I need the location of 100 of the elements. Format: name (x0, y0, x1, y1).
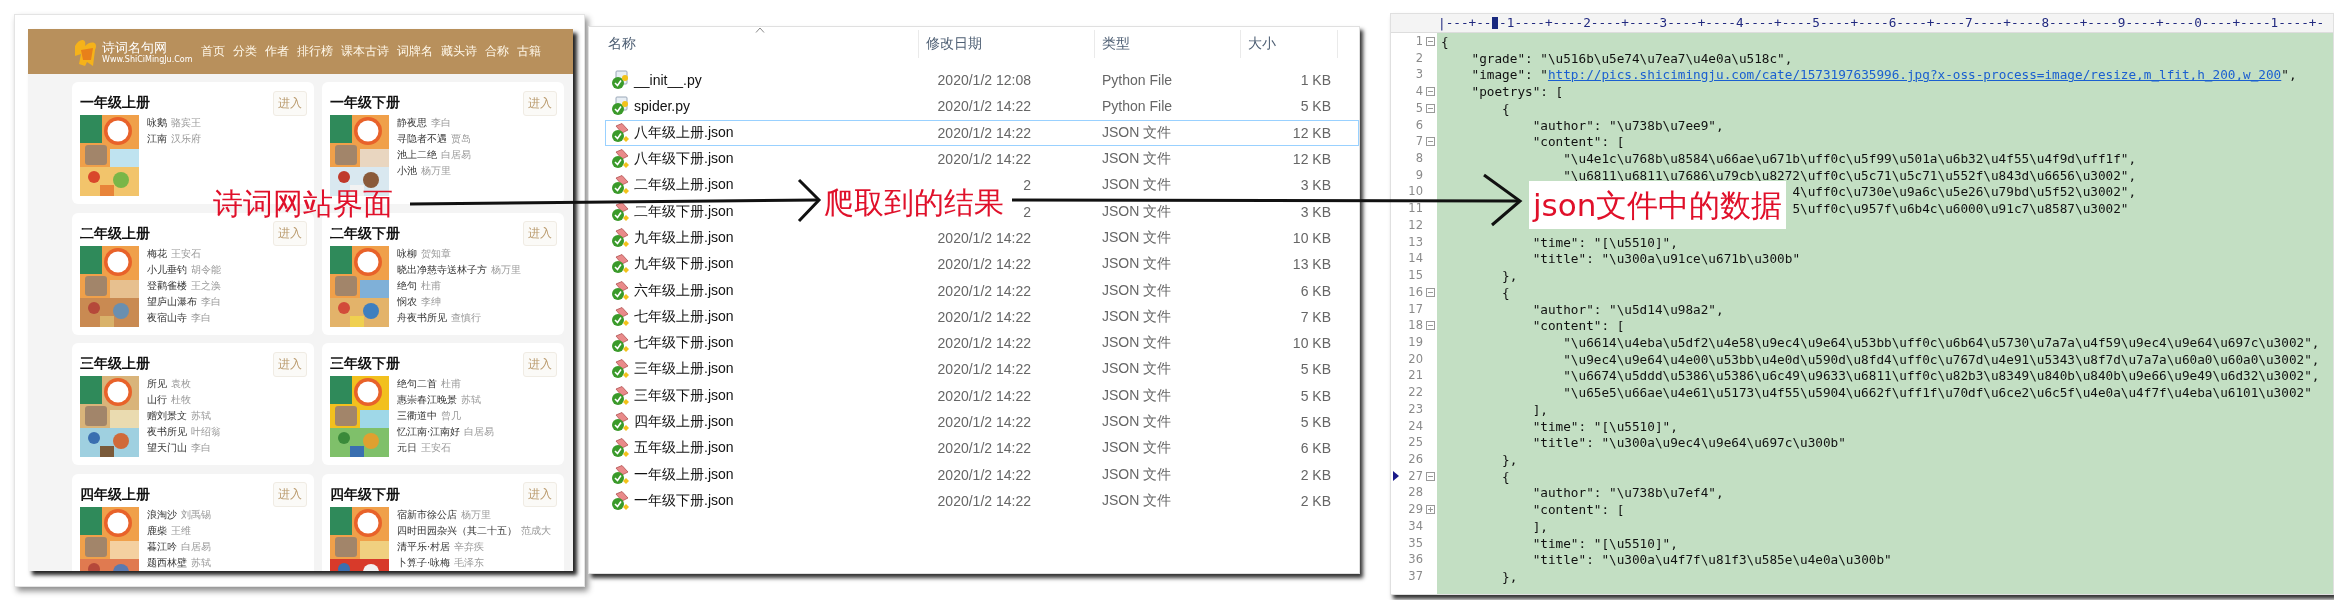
poem-title[interactable]: 鹿柴 (147, 523, 167, 538)
poem-title[interactable]: 舟夜书所见 (397, 310, 447, 325)
fold-expand-icon[interactable] (1426, 505, 1435, 514)
line-number: 9 (1414, 166, 1423, 184)
poem-title[interactable]: 望庐山瀑布 (147, 294, 197, 309)
fold-collapse-icon[interactable] (1426, 137, 1435, 147)
code-line: "\u9ec4\u9e64\u4e00\u53bb\u4e0d\u590d\u8fd4\uff0c\u767d\u4e91\u5343\u8f7d\u7a7a\u60a0\u60a0\u3002", (1563, 351, 2320, 367)
poem-title[interactable]: 寻隐者不遇 (397, 132, 447, 146)
line-number: 20 (1407, 350, 1423, 368)
file-name[interactable]: 九年级上册.json (634, 228, 734, 247)
code-line: "grade": "\u516b\u5e74\u7ea7\u4e0a\u518c", (1471, 50, 1793, 66)
line-number: 35 (1407, 534, 1423, 552)
poem-title[interactable]: 晓出净慈寺送林子方 (397, 262, 487, 277)
file-type: JSON 文件 (1102, 202, 1172, 219)
code-line: "title": "\u300a\u91ce\u671b\u300b" (1532, 251, 1801, 267)
file-size: 6 KB (1300, 282, 1331, 299)
file-date: 2020/1/2 14:22 (936, 229, 1031, 246)
column-header[interactable]: 类型 (1095, 30, 1241, 58)
poem-title[interactable]: 所见 (147, 377, 167, 391)
json-file-icon (610, 175, 630, 196)
file-name[interactable]: __init__.py (634, 72, 702, 89)
poem-title[interactable]: 绝句二首 (397, 377, 437, 391)
line-number: 8 (1414, 150, 1423, 167)
poem-title[interactable]: 绝句 (397, 278, 417, 293)
line-number: 13 (1407, 233, 1423, 251)
file-name[interactable]: 八年级下册.json (634, 150, 734, 169)
line-number: 10 (1407, 183, 1423, 201)
file-size: 2 KB (1300, 492, 1331, 509)
file-name[interactable]: 五年级上册.json (634, 439, 734, 458)
poem-title[interactable]: 咏柳 (397, 246, 417, 261)
poem-title[interactable]: 夜宿山寺 (147, 310, 187, 325)
selected-file-row[interactable]: 八年级上册.json 2020/1/2 14:22 JSON 文件 12 KB (605, 119, 1359, 146)
column-header[interactable]: 修改日期 (919, 30, 1095, 58)
code-link[interactable]: http://pics.shicimingju.com/cate/1573197635996.jpg?x-oss-process=image/resize,m_lfit,h_200,w_200 (1547, 67, 2282, 83)
column-header[interactable]: 名称 (605, 30, 919, 58)
fold-collapse-icon[interactable] (1426, 36, 1435, 46)
file-name[interactable]: 三年级下册.json (634, 386, 734, 405)
poem-title[interactable]: 暮江吟 (147, 539, 177, 554)
poem-title[interactable]: 夜书所见 (147, 425, 187, 439)
file-name[interactable]: 一年级上册.json (634, 465, 734, 484)
file-name[interactable]: 三年级上册.json (634, 360, 734, 379)
poem-title[interactable]: 小池 (397, 164, 417, 178)
file-name[interactable]: 二年级下册.json (634, 202, 734, 221)
code-line: "\u6674\u5ddd\u5386\u5386\u6c49\u9633\u6811\uff0c\u82b3\u8349\u840b\u840b\u9e66\u9e49\u6d32\u3002", (1563, 368, 2320, 384)
fold-collapse-icon[interactable] (1426, 471, 1435, 481)
poem-title[interactable]: 赠刘景文 (147, 409, 187, 423)
code-line: "author": "\u5d14\u98a2", (1532, 301, 1724, 317)
json-file-icon (610, 280, 630, 301)
file-name[interactable]: 一年级下册.json (634, 491, 734, 510)
poem-title[interactable]: 咏鹅 (147, 116, 167, 130)
poem-title[interactable]: 登鹳雀楼 (147, 278, 187, 293)
poem-title[interactable]: 望天门山 (147, 441, 187, 455)
json-file-icon (610, 438, 630, 459)
poem-title[interactable]: 悯农 (397, 294, 417, 309)
code-line: ], (1532, 518, 1548, 534)
poem-title[interactable]: 宿新市徐公店 (397, 507, 457, 522)
file-name[interactable]: 二年级上册.json (634, 176, 734, 195)
file-name[interactable]: 九年级下册.json (634, 255, 734, 274)
file-size: 5 KB (1300, 98, 1331, 115)
column-header[interactable]: 大小 (1241, 30, 1338, 58)
fold-collapse-icon[interactable] (1426, 321, 1435, 331)
poem-title[interactable]: 四时田园杂兴（其二十五） (397, 523, 517, 538)
poem-title[interactable]: 山行 (147, 393, 167, 407)
fold-collapse-icon[interactable] (1426, 103, 1435, 113)
poem-title[interactable]: 浪淘沙 (147, 507, 177, 522)
file-name[interactable]: 七年级上册.json (634, 307, 734, 326)
file-name[interactable]: spider.py (634, 98, 691, 115)
poem-title[interactable]: 忆江南·江南好 (397, 425, 461, 439)
poem-title[interactable]: 静夜思 (397, 116, 427, 130)
file-name[interactable]: 四年级上册.json (634, 413, 734, 431)
poem-title[interactable]: 梅花 (147, 246, 167, 261)
poem-title[interactable]: 江南 (147, 132, 167, 146)
file-date: 2020/1/2 14:22 (936, 335, 1031, 352)
poem-title[interactable]: 卜算子·咏梅 (397, 555, 451, 570)
poem-title[interactable]: 清平乐·村居 (397, 539, 451, 554)
line-number: 16 (1407, 283, 1423, 301)
file-name[interactable]: 八年级上册.json (634, 123, 734, 142)
poem-title[interactable]: 元日 (397, 441, 417, 455)
line-number: 5 (1414, 99, 1423, 117)
poem-title[interactable]: 小儿垂钓 (147, 262, 187, 277)
card-title: 三年级下册 (330, 355, 400, 373)
json-file-icon (610, 122, 630, 143)
poem-title[interactable]: 池上二绝 (397, 148, 437, 162)
code-line: }, (1502, 569, 1518, 584)
line-number: 22 (1407, 384, 1423, 401)
file-size: 13 KB (1292, 256, 1331, 273)
line-number: 1 (1414, 33, 1423, 50)
line-number: 12 (1407, 216, 1423, 234)
file-name[interactable]: 七年级下册.json (634, 334, 734, 353)
file-name[interactable]: 六年级上册.json (634, 281, 734, 300)
fold-collapse-icon[interactable] (1426, 87, 1435, 96)
card-title: 二年级上册 (80, 224, 150, 243)
poem-title[interactable]: 题西林壁 (147, 555, 187, 570)
line-number: 29 (1407, 501, 1423, 518)
poem-title[interactable]: 惠崇春江晚景 (397, 393, 457, 407)
code-line: "image": "http://pics.shicimingju.com/cate/1573197635996.jpg?x-oss-process=image/resize,m_lfit,h_200,w_200", (1471, 67, 2297, 83)
line-number: 11 (1407, 200, 1423, 217)
json-file-icon (610, 149, 630, 170)
fold-collapse-icon[interactable] (1426, 287, 1435, 297)
poem-title[interactable]: 三衢道中 (397, 409, 437, 423)
